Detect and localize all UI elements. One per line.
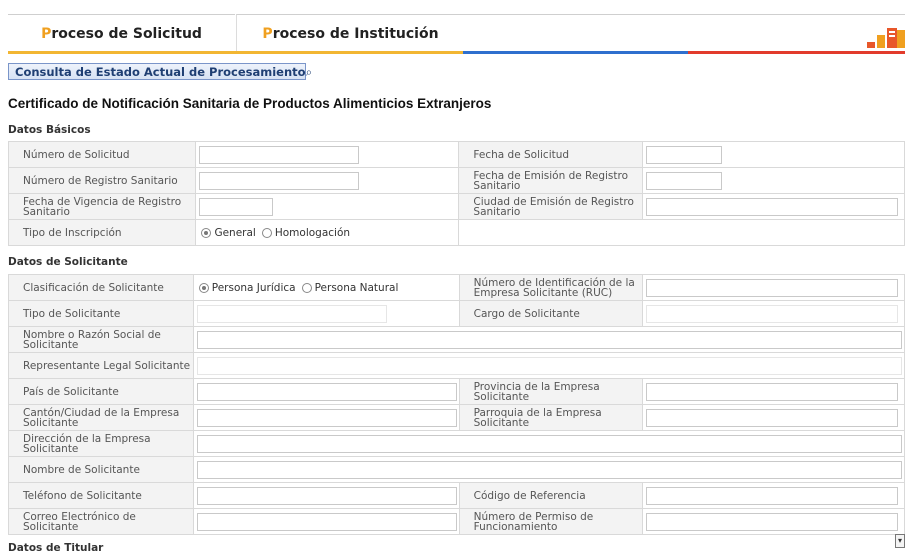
chevron-down-icon[interactable]: ▾ [895, 534, 905, 548]
razon-social-field[interactable] [196, 330, 902, 349]
tipo-solicitante-field[interactable] [196, 304, 387, 323]
nombre-solicitante-field[interactable] [196, 460, 902, 479]
label-permiso: Número de Permiso de Funcionamiento [473, 510, 594, 533]
label-tipo-inscripcion: Tipo de Inscripción [7, 219, 197, 246]
label-pais: País de Solicitante [8, 378, 194, 405]
consulta-estado-label: Consulta de Estado Actual de Procesamien… [15, 65, 306, 79]
label-fecha-solicitud: Fecha de Solicitud [458, 141, 644, 168]
page-title: Certificado de Notificación Sanitaria de… [8, 96, 492, 111]
radio-general-label: General [214, 226, 256, 239]
label-numero-registro: Número de Registro Sanitario [7, 167, 197, 194]
label-clasificacion: Clasificación de Solicitante [8, 274, 194, 301]
tab-initial: P [262, 26, 273, 42]
label-cargo-solicitante: Cargo de Solicitante [458, 300, 644, 327]
label-numero-solicitud: Número de Solicitud [7, 141, 197, 168]
empty-cell [458, 219, 905, 246]
direccion-field[interactable] [196, 434, 902, 453]
radio-homologacion[interactable] [261, 227, 272, 238]
cargo-solicitante-field[interactable] [646, 304, 899, 323]
datos-basicos-table: Número de Solicitud Fecha de Solicitud N… [7, 141, 905, 246]
fecha-vigencia-field[interactable] [199, 197, 274, 216]
label-ruc: Número de Identificación de la Empresa S… [473, 276, 635, 299]
permiso-field[interactable] [646, 512, 899, 531]
search-icon: ⌕ [305, 65, 313, 79]
label-provincia: Provincia de la Empresa Solicitante [473, 380, 600, 403]
tab-proceso-institucion[interactable]: Proceso de Institución [236, 14, 464, 53]
label-codigo-referencia: Código de Referencia [458, 482, 644, 509]
label-correo: Correo Electrónico de Solicitante [23, 510, 136, 533]
label-nombre-solicitante: Nombre de Solicitante [8, 456, 194, 483]
radio-persona-juridica[interactable] [198, 282, 209, 293]
tab-label: roceso de Institución [272, 26, 439, 42]
fecha-emision-field[interactable] [646, 171, 723, 190]
document-stack-icon [867, 28, 905, 48]
clasificacion-radios: Persona Jurídica Persona Natural [197, 281, 458, 294]
label-representante-legal: Representante Legal Solicitante [8, 352, 194, 379]
telefono-field[interactable] [196, 486, 457, 505]
radio-persona-natural[interactable] [301, 282, 312, 293]
numero-registro-field[interactable] [199, 171, 360, 190]
nav-bar-yellow [8, 51, 463, 54]
fecha-solicitud-field[interactable] [646, 145, 723, 164]
tab-label: roceso de Solicitud [51, 26, 202, 42]
nav-bar-blue [463, 51, 688, 54]
section-title-datos-solicitante: Datos de Solicitante [8, 256, 128, 268]
pais-field[interactable] [196, 382, 457, 401]
label-telefono: Teléfono de Solicitante [8, 482, 194, 509]
ciudad-emision-field[interactable] [646, 197, 899, 216]
datos-solicitante-table: Clasificación de Solicitante Persona Jur… [8, 274, 905, 535]
label-razon-social: Nombre o Razón Social de Solicitante [23, 328, 161, 351]
section-title-datos-titular: Datos de Titular [8, 542, 104, 554]
consulta-estado-button[interactable]: Consulta de Estado Actual de Procesamien… [8, 63, 312, 80]
canton-field[interactable] [196, 408, 457, 427]
representante-legal-field[interactable] [196, 356, 902, 375]
codigo-referencia-field[interactable] [646, 486, 899, 505]
label-tipo-solicitante: Tipo de Solicitante [8, 300, 194, 327]
label-parroquia: Parroquia de la Empresa Solicitante [473, 406, 602, 429]
top-nav: Proceso de Solicitud Proceso de Instituc… [0, 0, 905, 54]
tab-initial: P [41, 26, 52, 42]
label-ciudad-emision: Ciudad de Emisión de Registro Sanitario [473, 195, 634, 218]
radio-persona-natural-label: Persona Natural [314, 281, 399, 294]
tab-proceso-solicitud[interactable]: Proceso de Solicitud [8, 14, 235, 53]
label-fecha-vigencia: Fecha de Vigencia de Registro Sanitario [23, 195, 182, 218]
tipo-inscripcion-radios: General Homologación [199, 226, 457, 239]
numero-solicitud-field[interactable] [199, 145, 360, 164]
label-direccion: Dirección de la Empresa Solicitante [23, 432, 151, 455]
parroquia-field[interactable] [646, 408, 899, 427]
provincia-field[interactable] [646, 382, 899, 401]
section-title-datos-basicos: Datos Básicos [8, 124, 91, 136]
radio-general[interactable] [201, 227, 212, 238]
ruc-field[interactable] [646, 278, 899, 297]
label-fecha-emision: Fecha de Emisión de Registro Sanitario [473, 169, 629, 192]
label-canton: Cantón/Ciudad de la Empresa Solicitante [23, 406, 180, 429]
radio-homologacion-label: Homologación [274, 226, 351, 239]
correo-field[interactable] [196, 512, 457, 531]
nav-top-border [463, 14, 905, 15]
radio-persona-juridica-label: Persona Jurídica [211, 281, 296, 294]
